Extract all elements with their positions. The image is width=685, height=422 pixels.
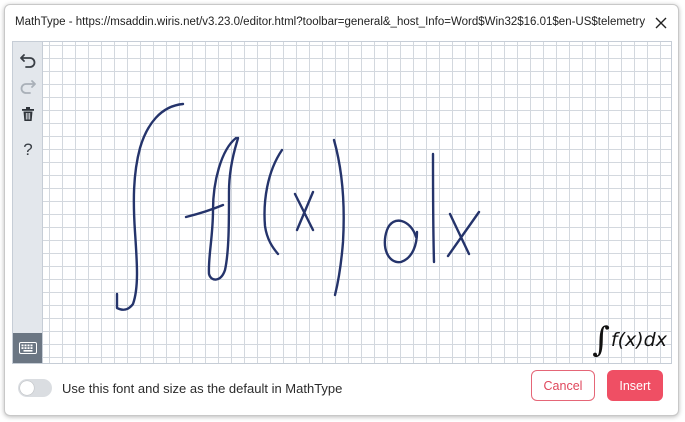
undo-icon	[20, 54, 36, 68]
window-title: MathType - https://msaddin.wiris.net/v3.…	[15, 16, 645, 28]
dialog-footer: Use this font and size as the default in…	[5, 364, 678, 415]
help-button[interactable]: ?	[16, 138, 40, 162]
keyboard-button[interactable]	[13, 333, 42, 363]
preview-integral: ∫	[592, 320, 610, 360]
insert-button[interactable]: Insert	[607, 370, 663, 401]
ink-x2	[446, 210, 481, 258]
mathtype-dialog: MathType - https://msaddin.wiris.net/v3.…	[4, 4, 679, 416]
drawing-canvas[interactable]: ∫ f(x)dx	[43, 42, 671, 363]
close-button[interactable]	[650, 12, 672, 34]
cancel-button[interactable]: Cancel	[531, 370, 595, 401]
handwritten-ink	[115, 102, 481, 311]
recognized-preview: ∫ f(x)dx	[592, 323, 667, 357]
keyboard-icon	[18, 342, 37, 354]
ink-close-paren	[332, 138, 345, 297]
trash-icon	[22, 107, 34, 121]
clear-button[interactable]	[16, 102, 40, 126]
handwriting-editor: ? ∫ f(x)dx	[12, 41, 672, 364]
ink-integral	[115, 102, 185, 311]
close-icon	[655, 17, 667, 29]
default-font-label: Use this font and size as the default in…	[62, 381, 343, 396]
default-font-toggle[interactable]	[18, 379, 52, 397]
redo-icon	[20, 80, 36, 94]
title-bar: MathType - https://msaddin.wiris.net/v3.…	[5, 5, 678, 41]
redo-button[interactable]	[16, 74, 40, 98]
ink-d	[383, 152, 436, 264]
editor-toolbar: ?	[13, 42, 43, 363]
ink-open-paren	[263, 148, 284, 256]
ink-x	[293, 190, 315, 232]
toggle-knob	[20, 381, 34, 395]
preview-expression: f(x)dx	[610, 329, 667, 351]
ink-f	[184, 136, 240, 281]
undo-button[interactable]	[16, 48, 40, 72]
